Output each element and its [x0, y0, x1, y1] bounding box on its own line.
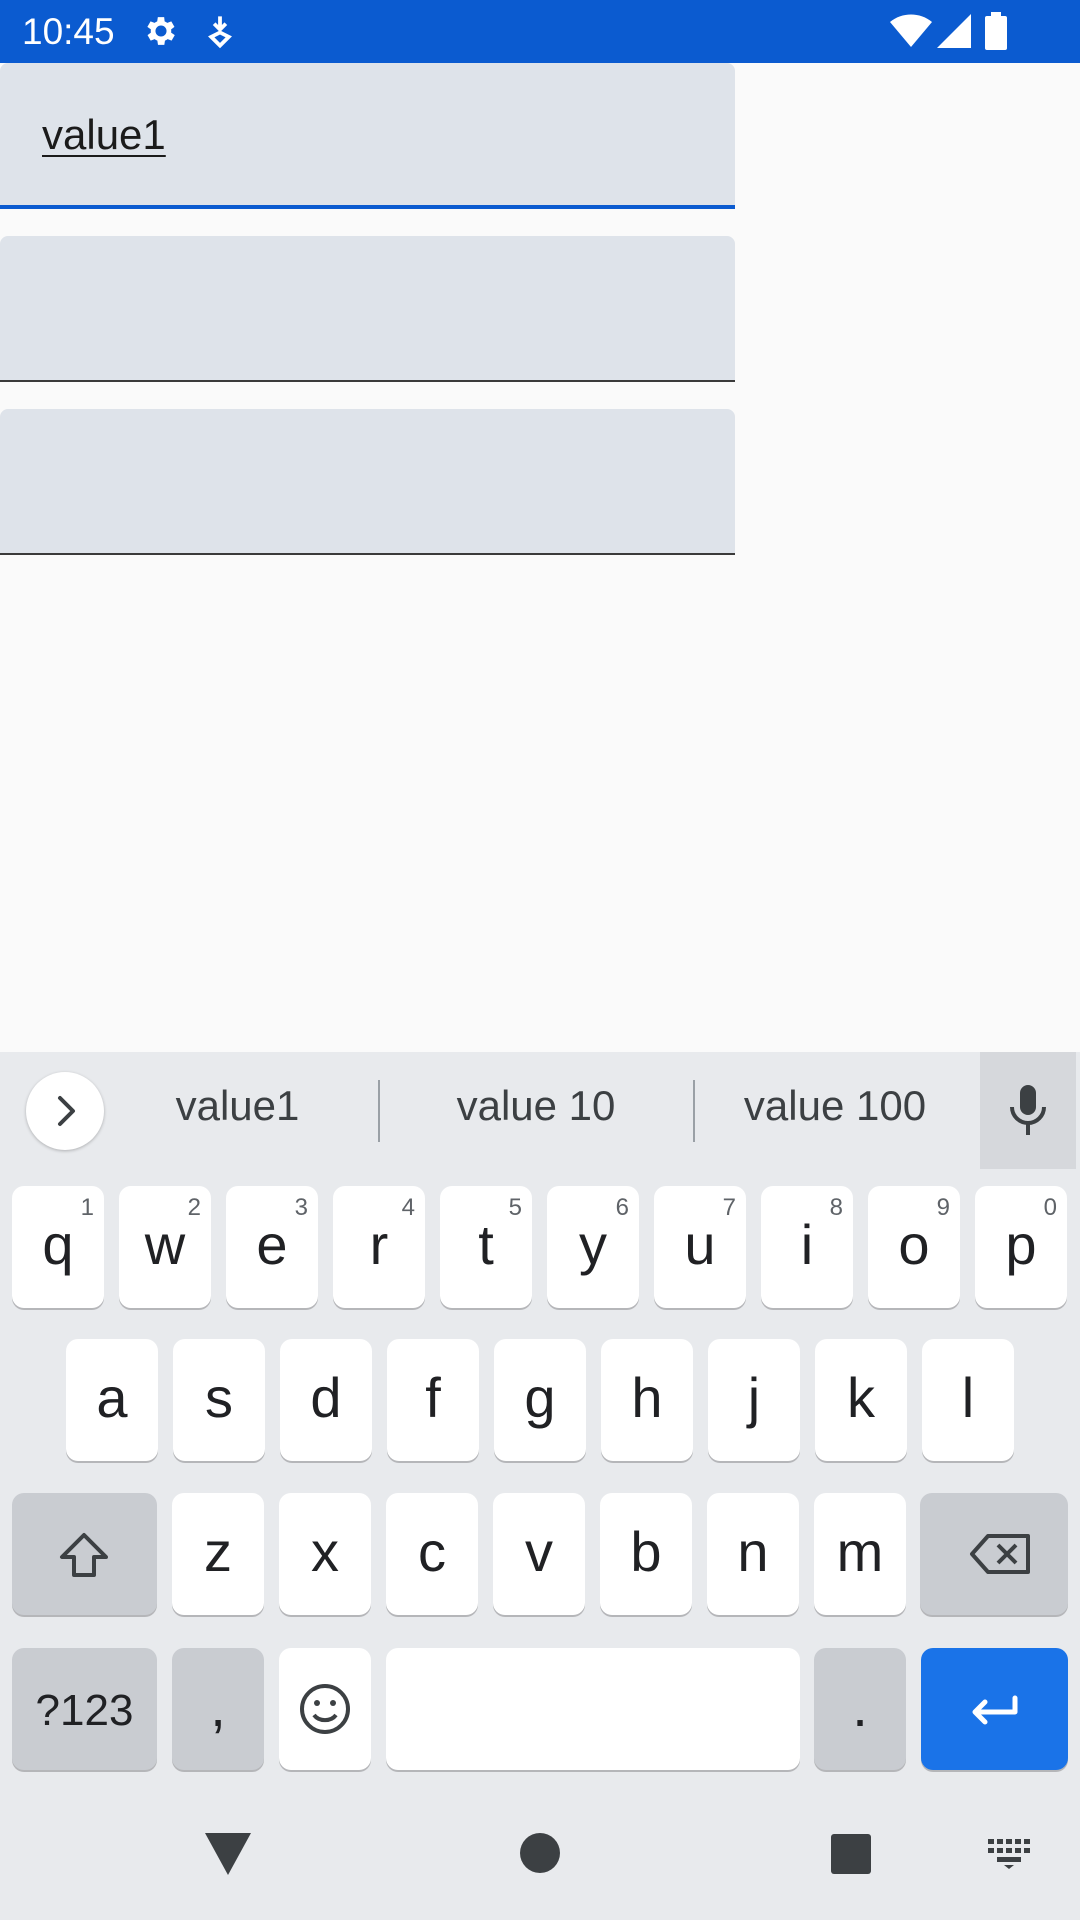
key-t[interactable]: t5: [440, 1186, 532, 1308]
key-m-label: m: [836, 1520, 884, 1583]
key-p-hint: 0: [1043, 1194, 1057, 1221]
wifi-icon: [890, 14, 932, 53]
key-w-hint: 2: [187, 1194, 201, 1221]
key-i[interactable]: i8: [761, 1186, 853, 1308]
key-n-label: n: [737, 1520, 769, 1583]
key-k-label: k: [847, 1366, 875, 1429]
key-p[interactable]: p0: [975, 1186, 1067, 1308]
symbols-key[interactable]: ?123: [12, 1648, 157, 1770]
key-a[interactable]: a: [66, 1339, 158, 1461]
suggestion-2[interactable]: value 10: [400, 1082, 672, 1130]
key-e-hint: 3: [294, 1194, 308, 1221]
home-icon[interactable]: [520, 1833, 560, 1878]
key-r-hint: 4: [401, 1194, 415, 1221]
keyboard-switch-icon[interactable]: [988, 1839, 1030, 1874]
key-g-label: g: [524, 1366, 556, 1429]
key-c[interactable]: c: [386, 1493, 478, 1615]
key-o[interactable]: o9: [868, 1186, 960, 1308]
period-key[interactable]: .: [814, 1648, 906, 1770]
key-s-label: s: [205, 1366, 233, 1429]
key-d-label: d: [310, 1366, 342, 1429]
enter-key[interactable]: [921, 1648, 1068, 1770]
key-k[interactable]: k: [815, 1339, 907, 1461]
chevron-right-icon: [58, 1096, 75, 1126]
key-r[interactable]: r4: [333, 1186, 425, 1308]
backspace-key[interactable]: [920, 1493, 1068, 1615]
text-field-3[interactable]: [0, 409, 735, 555]
key-z-label: z: [204, 1520, 232, 1583]
key-i-hint: 8: [829, 1194, 843, 1221]
key-y-hint: 6: [615, 1194, 629, 1221]
key-t-hint: 5: [508, 1194, 522, 1221]
key-s[interactable]: s: [173, 1339, 265, 1461]
backspace-icon: [970, 1534, 1030, 1574]
key-g[interactable]: g: [494, 1339, 586, 1461]
suggestion-divider: [378, 1080, 380, 1142]
key-q-hint: 1: [80, 1194, 94, 1221]
key-v-label: v: [525, 1520, 553, 1583]
key-b-label: b: [630, 1520, 662, 1583]
key-q[interactable]: q1: [12, 1186, 104, 1308]
key-d[interactable]: d: [280, 1339, 372, 1461]
key-j[interactable]: j: [708, 1339, 800, 1461]
key-a-label: a: [96, 1366, 128, 1429]
key-x-label: x: [311, 1520, 339, 1583]
key-m[interactable]: m: [814, 1493, 906, 1615]
cell-signal-icon: [937, 14, 971, 53]
key-j-label: j: [747, 1366, 761, 1429]
settings-icon: [142, 12, 180, 55]
key-x[interactable]: x: [279, 1493, 371, 1615]
key-h-label: h: [631, 1366, 663, 1429]
back-icon[interactable]: [205, 1833, 251, 1880]
key-n[interactable]: n: [707, 1493, 799, 1615]
enter-icon: [972, 1695, 1018, 1725]
battery-icon: [985, 12, 1007, 55]
suggestion-1[interactable]: value1: [130, 1082, 345, 1130]
download-icon: [205, 12, 235, 55]
text-field-1[interactable]: value1: [0, 63, 735, 209]
suggestion-divider: [693, 1080, 695, 1142]
comma-key[interactable]: ,: [172, 1648, 264, 1770]
recents-icon[interactable]: [831, 1834, 871, 1879]
suggestion-strip: value1 value 10 value 100: [0, 1052, 1080, 1169]
key-l-label: l: [961, 1366, 975, 1429]
comma-key-label: ,: [210, 1675, 226, 1738]
period-key-label: .: [852, 1675, 868, 1738]
expand-suggestions-button[interactable]: [26, 1072, 104, 1150]
emoji-icon: [300, 1684, 350, 1734]
text-field-1-value: value1: [42, 111, 166, 158]
navigation-bar: [0, 1793, 1080, 1920]
key-h[interactable]: h: [601, 1339, 693, 1461]
key-b[interactable]: b: [600, 1493, 692, 1615]
suggestion-3[interactable]: value 100: [715, 1082, 955, 1130]
key-f[interactable]: f: [387, 1339, 479, 1461]
status-bar: 10:45: [0, 0, 1080, 63]
symbols-key-label: ?123: [35, 1686, 134, 1735]
key-v[interactable]: v: [493, 1493, 585, 1615]
voice-input-button[interactable]: [980, 1052, 1076, 1169]
soft-keyboard: value1 value 10 value 100 ?123 , . q 1 w…: [0, 1052, 1080, 1920]
key-u-hint: 7: [722, 1194, 736, 1221]
text-field-2[interactable]: [0, 236, 735, 382]
key-y[interactable]: y6: [547, 1186, 639, 1308]
key-o-hint: 9: [936, 1194, 950, 1221]
key-f-label: f: [425, 1366, 441, 1429]
shift-icon: [60, 1533, 108, 1577]
mic-icon: [1010, 1085, 1046, 1135]
shift-key[interactable]: [12, 1493, 157, 1615]
status-time: 10:45: [22, 11, 115, 52]
key-z[interactable]: z: [172, 1493, 264, 1615]
key-w[interactable]: w2: [119, 1186, 211, 1308]
key-e[interactable]: e3: [226, 1186, 318, 1308]
key-c-label: c: [418, 1520, 446, 1583]
key-u[interactable]: u7: [654, 1186, 746, 1308]
space-key[interactable]: [386, 1648, 800, 1770]
emoji-key[interactable]: [279, 1648, 371, 1770]
key-l[interactable]: l: [922, 1339, 1014, 1461]
